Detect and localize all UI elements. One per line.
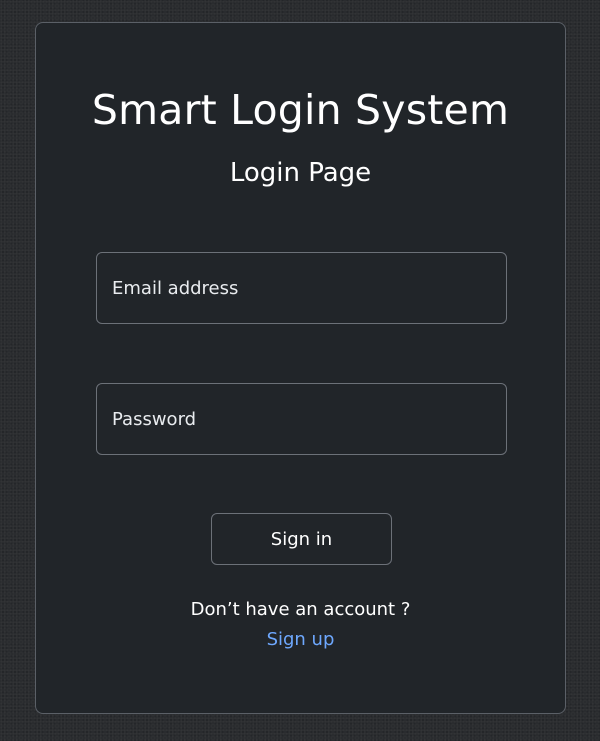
email-field-container xyxy=(96,252,507,324)
account-prompt: Don’t have an account ? xyxy=(190,599,411,620)
sign-in-button[interactable]: Sign in xyxy=(211,513,392,565)
login-card: Smart Login System Login Page Sign in Do… xyxy=(35,22,566,714)
sign-up-link[interactable]: Sign up xyxy=(36,628,565,652)
email-field[interactable] xyxy=(97,253,506,323)
password-field[interactable] xyxy=(97,384,506,454)
app-title: Smart Login System xyxy=(91,86,510,134)
page-subtitle: Login Page xyxy=(229,158,372,188)
password-field-container xyxy=(96,383,507,455)
